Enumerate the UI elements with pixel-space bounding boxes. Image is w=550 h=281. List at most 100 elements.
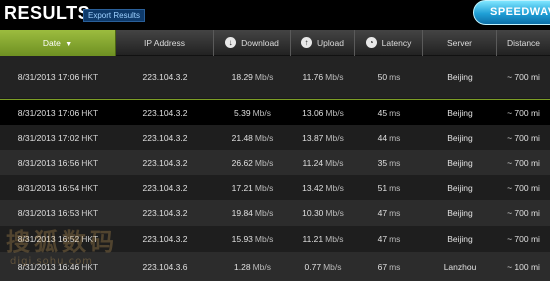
cell-download: 18.29 Mb/s — [214, 56, 291, 98]
upload-unit: Mb/s — [325, 182, 344, 193]
cell-latency: 44 ms — [355, 125, 423, 150]
date-value: 8/31/2013 17:02 — [17, 132, 80, 143]
server-value: Beijing — [447, 132, 473, 143]
latency-unit: ms — [389, 261, 401, 272]
date-unit: HKT — [81, 208, 99, 218]
cell-upload: 13.87 Mb/s — [291, 125, 355, 150]
column-header-download-label: Download — [241, 38, 279, 48]
server-value: Beijing — [447, 107, 473, 118]
date-value: 8/31/2013 17:06 — [17, 107, 80, 118]
latency-value: 50 — [377, 72, 388, 82]
column-header-distance-label: Distance — [506, 38, 541, 48]
column-header-latency[interactable]: ◔ Latency — [355, 30, 423, 56]
table-row[interactable]: 8/31/2013 16:56 HKT 223.104.3.2 26.62 Mb/s 11… — [0, 150, 550, 175]
cell-latency: 47 ms — [355, 200, 423, 226]
latency-value: 44 — [377, 132, 388, 143]
cell-download: 19.84 Mb/s — [214, 200, 291, 226]
cell-ip: 223.104.3.2 — [116, 200, 214, 226]
date-unit: HKT — [81, 72, 99, 82]
cell-download: 5.39 Mb/s — [214, 100, 291, 125]
upload-unit: Mb/s — [325, 72, 344, 82]
page-title: RESULTS — [4, 3, 91, 23]
cell-ip: 223.104.3.2 — [116, 226, 214, 252]
date-unit: HKT — [81, 182, 99, 193]
distance-value: ~ 700 mi — [507, 208, 540, 218]
server-value: Beijing — [447, 182, 473, 193]
download-unit: Mb/s — [252, 107, 271, 118]
speedwave-button[interactable]: SPEEDWAVE — [473, 0, 550, 25]
column-header-ip[interactable]: IP Address — [116, 30, 214, 56]
column-header-distance[interactable]: Distance — [497, 30, 550, 56]
table-row[interactable]: 8/31/2013 16:54 HKT 223.104.3.2 17.21 Mb/s 13… — [0, 175, 550, 200]
upload-value: 0.77 — [304, 261, 322, 272]
download-value: 26.62 — [231, 157, 253, 168]
server-value: Beijing — [447, 208, 473, 218]
download-unit: Mb/s — [254, 234, 274, 244]
cell-upload: 11.21 Mb/s — [291, 226, 355, 252]
cell-server: Beijing — [423, 226, 497, 252]
date-unit: HKT — [81, 132, 99, 143]
download-value: 1.28 — [234, 261, 251, 272]
column-header-ip-label: IP Address — [144, 38, 185, 48]
latency-unit: ms — [389, 208, 401, 218]
server-value: Beijing — [447, 157, 473, 168]
download-value: 5.39 — [234, 107, 251, 118]
cell-upload: 11.24 Mb/s — [291, 150, 355, 175]
date-value: 8/31/2013 17:06 — [17, 72, 80, 82]
latency-value: 51 — [377, 182, 388, 193]
latency-unit: ms — [389, 107, 401, 118]
distance-value: ~ 700 mi — [507, 182, 540, 193]
latency-value: 47 — [377, 234, 388, 244]
column-header-download[interactable]: ↓ Download — [214, 30, 291, 56]
cell-distance: ~ 700 mi — [497, 226, 550, 252]
upload-value: 11.24 — [302, 157, 324, 168]
server-value: Beijing — [447, 72, 473, 82]
download-value: 21.48 — [231, 132, 253, 143]
cell-date: 8/31/2013 16:56 HKT — [0, 150, 116, 175]
cell-upload: 13.06 Mb/s — [291, 100, 355, 125]
cell-download: 1.28 Mb/s — [214, 252, 291, 281]
cell-download: 21.48 Mb/s — [214, 125, 291, 150]
sort-down-arrow-icon: ▼ — [65, 41, 73, 48]
cell-distance: ~ 700 mi — [497, 150, 550, 175]
export-results-button[interactable]: Export Results — [83, 9, 146, 22]
table-row[interactable]: 8/31/2013 17:02 HKT 223.104.3.2 21.48 Mb/s 13… — [0, 125, 550, 150]
latency-value: 47 — [377, 208, 388, 218]
upload-arrow-icon: ↑ — [301, 37, 313, 49]
cell-distance: ~ 700 mi — [497, 56, 550, 98]
date-value: 8/31/2013 16:53 — [17, 208, 80, 218]
cell-latency: 67 ms — [355, 252, 423, 281]
cell-distance: ~ 700 mi — [497, 200, 550, 226]
upload-unit: Mb/s — [323, 261, 342, 272]
column-header-date[interactable]: Date ▼ — [0, 30, 116, 56]
download-value: 15.93 — [231, 234, 253, 244]
table-row[interactable]: 8/31/2013 17:06 HKT 223.104.3.2 5.39 Mb/s 13.… — [0, 99, 550, 125]
cell-server: Beijing — [423, 175, 497, 200]
cell-server: Beijing — [423, 100, 497, 125]
distance-value: ~ 700 mi — [507, 234, 540, 244]
distance-value: ~ 700 mi — [507, 107, 540, 118]
cell-latency: 45 ms — [355, 100, 423, 125]
cell-ip: 223.104.3.2 — [116, 150, 214, 175]
cell-ip: 223.104.3.2 — [116, 56, 214, 98]
download-unit: Mb/s — [254, 182, 274, 193]
download-value: 19.84 — [231, 208, 253, 218]
cell-ip: 223.104.3.6 — [116, 252, 214, 281]
date-value: 8/31/2013 16:54 — [17, 182, 80, 193]
column-header-upload[interactable]: ↑ Upload — [291, 30, 355, 56]
cell-download: 15.93 Mb/s — [214, 226, 291, 252]
ip-value: 223.104.3.2 — [142, 234, 188, 244]
cell-server: Lanzhou — [423, 252, 497, 281]
table-row[interactable]: 8/31/2013 17:06 HKT 223.104.3.2 18.29 Mb/s 11… — [0, 56, 550, 98]
ip-value: 223.104.3.2 — [142, 157, 188, 168]
watermark-logo: 搜狐数码 — [6, 228, 118, 256]
upload-unit: Mb/s — [325, 107, 344, 118]
download-value: 18.29 — [231, 72, 253, 82]
column-header-server-label: Server — [446, 38, 473, 48]
latency-unit: ms — [389, 234, 401, 244]
upload-value: 13.42 — [302, 182, 324, 193]
column-header-server[interactable]: Server — [423, 30, 497, 56]
upload-value: 11.76 — [302, 72, 324, 82]
latency-unit: ms — [389, 132, 401, 143]
download-value: 17.21 — [231, 182, 253, 193]
